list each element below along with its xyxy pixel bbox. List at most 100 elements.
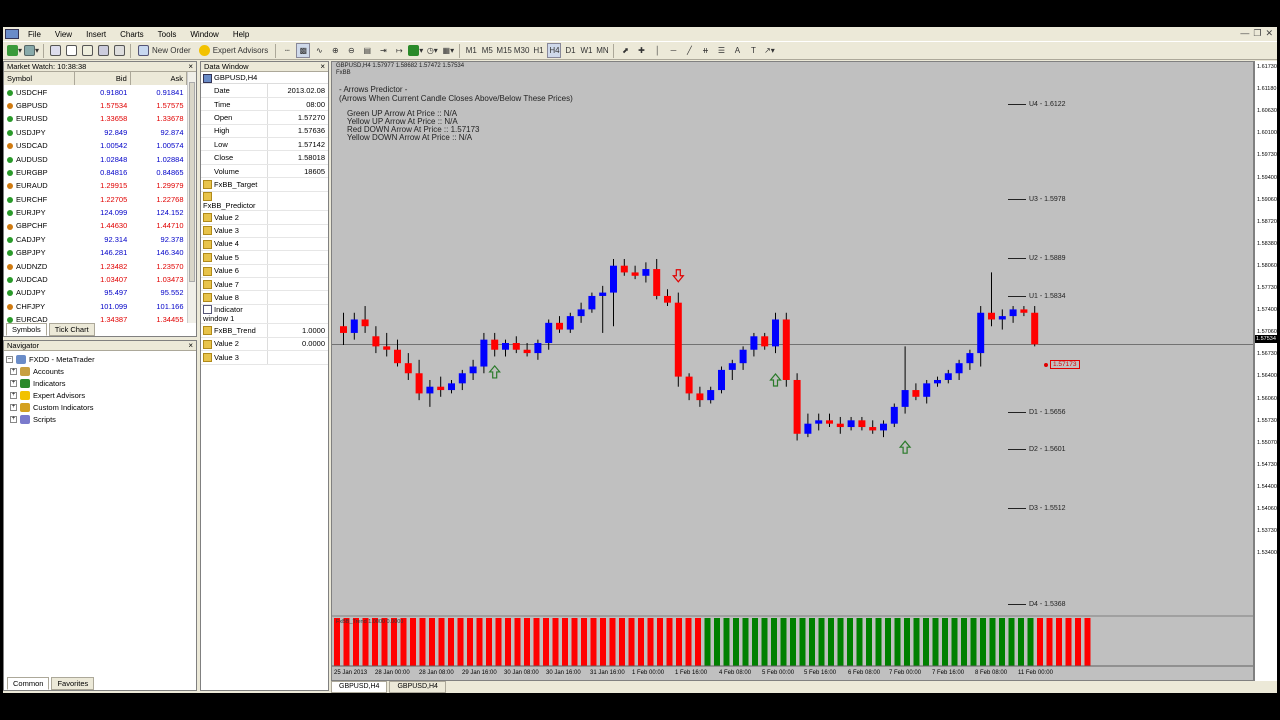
market-watch-row[interactable]: AUDNZD 1.23482 1.23570 (4, 259, 187, 272)
price-axis[interactable]: 1.61730 1.61180 1.60630 1.60100 1.59730 1.594… (1254, 61, 1277, 681)
close-icon[interactable]: × (188, 341, 193, 351)
new-order-button[interactable]: New Order (135, 43, 194, 58)
timeframe-h1[interactable]: H1 (531, 43, 545, 58)
autoscroll-icon[interactable]: ⇥ (376, 43, 390, 58)
indicator-key: Indicator window 1 (201, 304, 267, 325)
tab-common[interactable]: Common (7, 677, 50, 690)
tester-icon[interactable] (112, 43, 126, 58)
restore-icon[interactable]: ❐ (1253, 28, 1261, 39)
minimize-icon[interactable]: — (1240, 28, 1249, 39)
market-watch-row[interactable]: USDJPY 92.849 92.874 (4, 126, 187, 139)
menu-tools[interactable]: Tools (151, 30, 184, 39)
timeframe-m5[interactable]: M5 (480, 43, 494, 58)
text-label-icon[interactable]: T (746, 43, 760, 58)
crosshair-icon[interactable]: ✚ (634, 43, 648, 58)
trend-histogram-bar (1008, 618, 1015, 666)
cursor-icon[interactable]: ⬈ (618, 43, 632, 58)
market-watch-row[interactable]: AUDUSD 1.02848 1.02884 (4, 152, 187, 165)
channel-icon[interactable]: ⧺ (698, 43, 712, 58)
vertical-line-icon[interactable]: │ (650, 43, 664, 58)
market-watch-row[interactable]: EURAUD 1.29915 1.29979 (4, 179, 187, 192)
market-watch-row[interactable]: EURGBP 0.84816 0.84865 (4, 166, 187, 179)
market-watch-row[interactable]: AUDJPY 95.497 95.552 (4, 286, 187, 299)
navigator-item[interactable]: + Indicators (6, 377, 194, 389)
market-watch-row[interactable]: GBPCHF 1.44630 1.44710 (4, 219, 187, 232)
tab-favorites[interactable]: Favorites (51, 677, 95, 690)
navigator-item[interactable]: + Custom Indicators (6, 401, 194, 413)
text-icon[interactable]: A (730, 43, 744, 58)
menu-insert[interactable]: Insert (79, 30, 113, 39)
market-watch-row[interactable]: USDCAD 1.00542 1.00574 (4, 139, 187, 152)
row-ask: 0.84865 (156, 167, 184, 177)
timeframe-h4[interactable]: H4 (547, 43, 562, 58)
periods-icon[interactable]: ◷▾ (425, 43, 439, 58)
arrows-icon[interactable]: ↗▾ (762, 43, 776, 58)
market-watch-row[interactable]: GBPJPY 146.281 146.340 (4, 246, 187, 259)
horizontal-line-icon[interactable]: ─ (666, 43, 680, 58)
fibonacci-icon[interactable]: ☰ (714, 43, 728, 58)
col-ask[interactable]: Ask (130, 72, 187, 86)
market-watch-row[interactable]: GBPUSD 1.57534 1.57575 (4, 99, 187, 112)
menu-file[interactable]: File (21, 30, 48, 39)
zoom-out-icon[interactable]: ⊖ (344, 43, 358, 58)
market-watch-row[interactable]: USDCHF 0.91801 0.91841 (4, 85, 187, 98)
close-icon[interactable]: × (320, 62, 325, 72)
expand-icon[interactable]: + (10, 367, 17, 375)
close-icon[interactable]: ✕ (1265, 28, 1273, 39)
tile-windows-icon[interactable]: ▤ (360, 43, 374, 58)
terminal-icon[interactable] (96, 43, 110, 58)
navigator-item[interactable]: + Expert Advisors (6, 389, 194, 401)
collapse-icon[interactable]: – (6, 355, 13, 363)
menu-charts[interactable]: Charts (113, 30, 151, 39)
timeframe-d1[interactable]: D1 (563, 43, 577, 58)
navigator-root[interactable]: – FXDD - MetaTrader (6, 353, 194, 365)
col-symbol[interactable]: Symbol (4, 72, 75, 86)
market-watch-row[interactable]: EURCAD 1.34387 1.34455 (4, 313, 187, 323)
timeframe-w1[interactable]: W1 (579, 43, 593, 58)
line-chart-icon[interactable]: ∿ (312, 43, 326, 58)
chart-tab-1[interactable]: GBPUSD,H4 (331, 681, 388, 693)
data-window-icon[interactable] (64, 43, 78, 58)
market-watch-row[interactable]: CHFJPY 101.099 101.166 (4, 300, 187, 313)
profiles-icon[interactable]: ▾ (24, 43, 39, 58)
expand-icon[interactable]: + (10, 415, 17, 423)
chart-tab-2[interactable]: GBPUSD,H4 (389, 681, 446, 693)
chart-area[interactable]: GBPUSD,H4 1.57977 1.58682 1.57472 1.5753… (331, 61, 1254, 681)
market-watch-row[interactable]: EURUSD 1.33658 1.33678 (4, 112, 187, 125)
tab-tick-chart[interactable]: Tick Chart (48, 323, 95, 336)
indicators-icon[interactable]: ▾ (408, 43, 423, 58)
expand-icon[interactable]: + (10, 391, 17, 399)
navigator-icon[interactable] (80, 43, 94, 58)
expert-advisors-button[interactable]: Expert Advisors (196, 43, 272, 58)
market-watch-row[interactable]: EURCHF 1.22705 1.22768 (4, 193, 187, 206)
templates-icon[interactable]: ▦▾ (441, 43, 455, 58)
market-watch-row[interactable]: CADJPY 92.314 92.378 (4, 233, 187, 246)
col-bid[interactable]: Bid (74, 72, 131, 86)
market-watch-icon[interactable] (48, 43, 62, 58)
bar-chart-icon[interactable]: ┄ (280, 43, 294, 58)
trend-histogram-bar (647, 618, 654, 666)
tab-symbols[interactable]: Symbols (6, 323, 47, 336)
timeframe-mn[interactable]: MN (595, 43, 609, 58)
expand-icon[interactable]: + (10, 379, 17, 387)
timeframe-m15[interactable]: M15 (496, 43, 512, 58)
close-icon[interactable]: × (188, 62, 193, 72)
navigator-item[interactable]: + Accounts (6, 365, 194, 377)
market-watch-row[interactable]: AUDCAD 1.03407 1.03473 (4, 273, 187, 286)
expand-icon[interactable]: + (10, 403, 17, 411)
timeframe-m1[interactable]: M1 (464, 43, 478, 58)
new-chart-icon[interactable]: ▾ (7, 43, 22, 58)
menu-window[interactable]: Window (183, 30, 225, 39)
trendline-icon[interactable]: ╱ (682, 43, 696, 58)
menu-view[interactable]: View (48, 30, 79, 39)
market-watch-scrollbar[interactable] (187, 72, 196, 323)
timeframe-m30[interactable]: M30 (514, 43, 530, 58)
market-watch-row[interactable]: EURJPY 124.099 124.152 (4, 206, 187, 219)
navigator-item[interactable]: + Scripts (6, 413, 194, 425)
chart-shift-icon[interactable]: ↦ (392, 43, 406, 58)
candle-body (512, 343, 520, 350)
candlesticks-icon[interactable]: ▩ (296, 43, 311, 58)
zoom-in-icon[interactable]: ⊕ (328, 43, 342, 58)
menu-help[interactable]: Help (226, 30, 256, 39)
price-tick-label: 1.60100 (1257, 130, 1277, 137)
